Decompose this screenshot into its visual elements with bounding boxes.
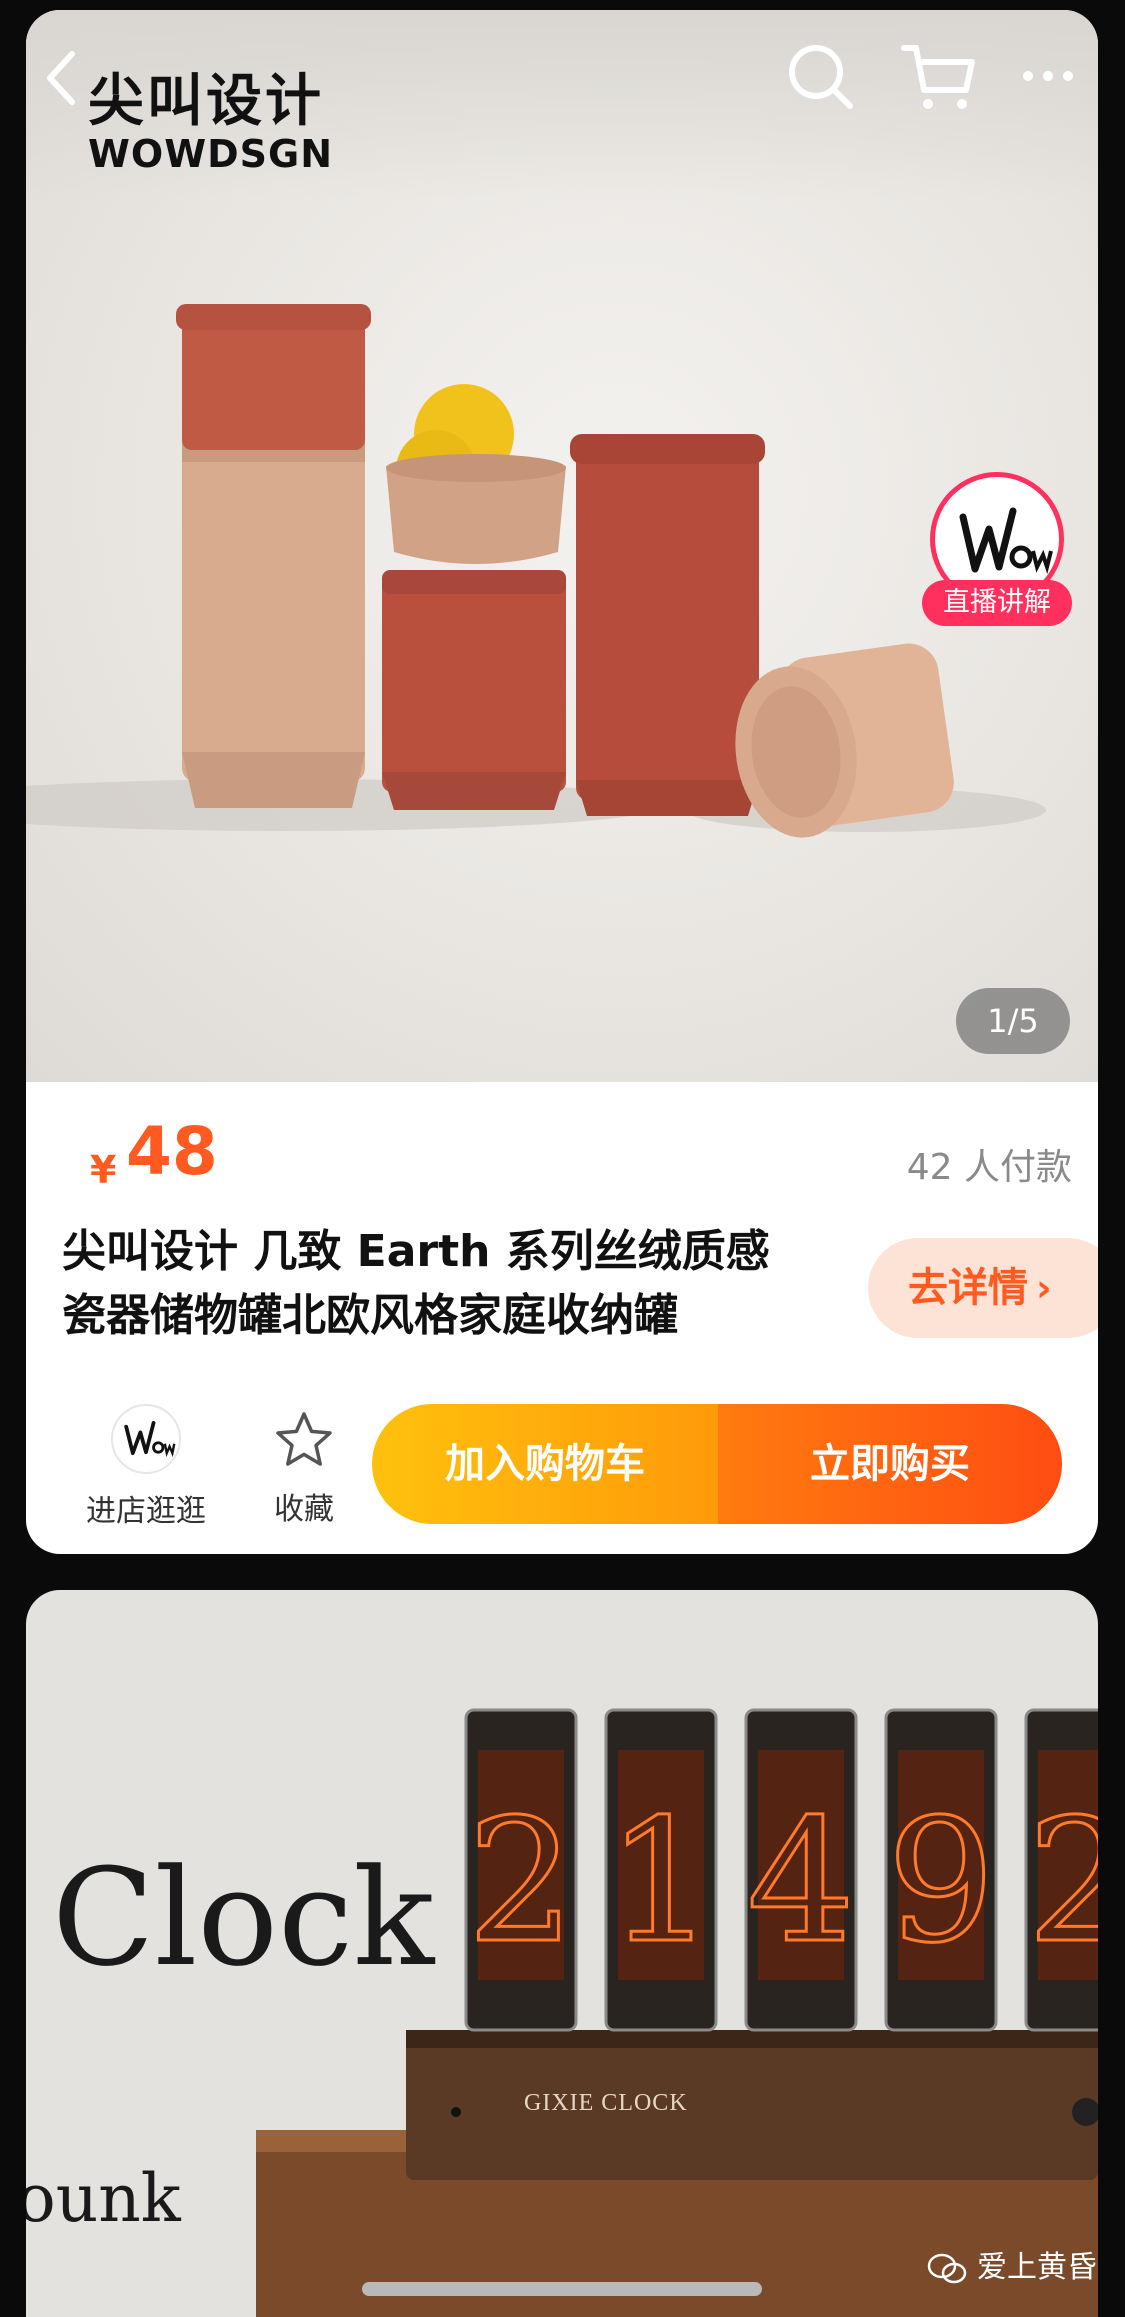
chevron-right-icon: › xyxy=(1036,1266,1052,1310)
device-label: GIXIE CLOCK xyxy=(524,2090,688,2116)
live-explanation-badge[interactable]: 直播讲解 xyxy=(922,472,1072,632)
more-button[interactable] xyxy=(1006,34,1090,118)
search-icon xyxy=(789,45,853,109)
action-bar: 进店逛逛 收藏 加入购物车 立即购买 xyxy=(26,1390,1098,1530)
back-button[interactable] xyxy=(34,40,94,110)
paid-count: 42 人付款 xyxy=(906,1147,1072,1188)
nixie-digit: 2 xyxy=(467,1783,575,1981)
favorite-button[interactable]: 收藏 xyxy=(244,1390,364,1530)
brand-name-en: WOWDSGN xyxy=(88,132,334,176)
nixie-digit: 1 xyxy=(607,1783,715,1981)
next-product-card[interactable]: 21492 Clock ounk GIXIE CLOCK xyxy=(26,1590,1098,2317)
add-to-cart-button[interactable]: 加入购物车 xyxy=(372,1404,718,1524)
buy-now-button[interactable]: 立即购买 xyxy=(718,1404,1062,1524)
clock-heading: Clock xyxy=(52,1840,435,1996)
page-indicator: 1/5 xyxy=(956,988,1070,1054)
visit-shop-label: 进店逛逛 xyxy=(86,1494,206,1529)
go-to-details-button[interactable]: 去详情 › xyxy=(868,1238,1098,1338)
price-value: 48 xyxy=(126,1113,218,1190)
product-card: 尖叫设计 WOWDSGN 直播讲解 1/5 ¥ 48 42 人付款 尖叫设计 几… xyxy=(26,10,1098,1554)
more-icon xyxy=(1023,71,1073,81)
product-image-gallery[interactable]: 尖叫设计 WOWDSGN 直播讲解 1/5 xyxy=(26,10,1098,1082)
wechat-icon xyxy=(927,2253,967,2283)
price-row: ¥ 48 42 人付款 xyxy=(62,1112,1072,1193)
cart-icon xyxy=(901,45,975,109)
punk-subtext: ounk xyxy=(26,2160,181,2237)
currency-symbol: ¥ xyxy=(90,1148,117,1192)
star-icon xyxy=(276,1412,332,1466)
visit-shop-button[interactable]: 进店逛逛 xyxy=(66,1390,226,1530)
brand-logo: 尖叫设计 WOWDSGN xyxy=(88,69,348,177)
search-button[interactable] xyxy=(778,34,862,118)
purchase-button-group: 加入购物车 立即购买 xyxy=(372,1404,1062,1524)
watermark-text: 爱上黄昏 xyxy=(977,2250,1097,2285)
product-title-line-2: 瓷器储物罐北欧风格家庭收纳罐 xyxy=(62,1290,678,1341)
live-badge-label: 直播讲解 xyxy=(922,580,1072,626)
shop-avatar xyxy=(111,1404,181,1474)
brand-name-cn: 尖叫设计 xyxy=(88,69,324,134)
back-icon xyxy=(47,51,75,105)
cart-button[interactable] xyxy=(896,34,980,118)
home-indicator[interactable] xyxy=(362,2282,762,2296)
details-button-label: 去详情 xyxy=(908,1265,1028,1311)
product-title-line-1: 尖叫设计 几致 Earth 系列丝绒质感 xyxy=(62,1226,770,1277)
favorite-label: 收藏 xyxy=(274,1492,334,1527)
watermark: 爱上黄昏 xyxy=(927,2246,1097,2290)
nixie-digit: 2 xyxy=(1027,1783,1098,1981)
nixie-digit: 4 xyxy=(747,1783,855,1981)
product-title[interactable]: 尖叫设计 几致 Earth 系列丝绒质感 瓷器储物罐北欧风格家庭收纳罐 xyxy=(62,1220,862,1348)
wow-logo-icon xyxy=(124,1421,176,1458)
nixie-digit: 9 xyxy=(887,1783,995,1981)
